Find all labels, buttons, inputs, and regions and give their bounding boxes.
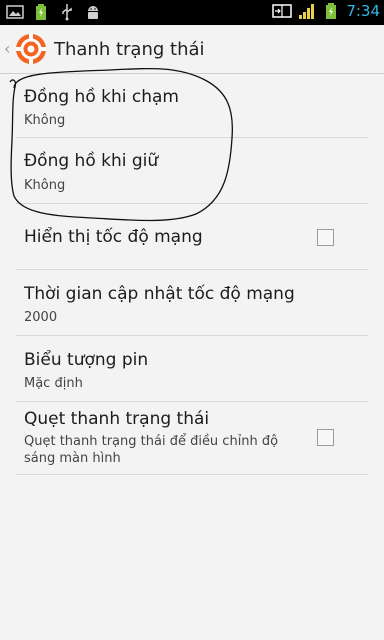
action-bar: ‹ Thanh trạng thái bbox=[0, 25, 384, 74]
setting-clock-on-hold[interactable]: Đồng hồ khi giữ Không bbox=[16, 138, 368, 204]
setting-label: Đồng hồ khi chạm bbox=[24, 87, 179, 107]
setting-label: Quẹt thanh trạng thái bbox=[24, 409, 210, 429]
battery-charging-icon bbox=[326, 3, 337, 19]
setting-summary: 2000 bbox=[24, 310, 58, 325]
status-bar: 7:34 bbox=[0, 0, 384, 25]
settings-list: Đồng hồ khi chạm Không Đồng hồ khi giữ K… bbox=[16, 73, 368, 475]
setting-summary: Không bbox=[24, 178, 66, 193]
status-bar-notifications bbox=[6, 3, 102, 21]
battery-icon bbox=[36, 4, 46, 20]
setting-label: Thời gian cập nhật tốc độ mạng bbox=[24, 284, 295, 304]
setting-summary: Quẹt thanh trạng thái để điều chỉnh độ s… bbox=[24, 434, 279, 466]
page-title: Thanh trạng thái bbox=[54, 38, 205, 60]
setting-summary: Không bbox=[24, 113, 66, 128]
up-caret-icon[interactable]: ‹ bbox=[4, 41, 12, 57]
setting-summary: Mặc định bbox=[24, 376, 83, 391]
usb-icon bbox=[62, 4, 72, 21]
signal-icon bbox=[299, 4, 315, 19]
clock: 7:34 bbox=[346, 2, 380, 20]
status-bar-system: 7:34 bbox=[272, 2, 380, 20]
dual-sim-icon bbox=[272, 4, 293, 18]
setting-clock-on-touch[interactable]: Đồng hồ khi chạm Không bbox=[16, 73, 368, 138]
swipe-status-bar-checkbox[interactable] bbox=[317, 429, 334, 446]
setting-network-speed-interval[interactable]: Thời gian cập nhật tốc độ mạng 2000 bbox=[16, 270, 368, 336]
setting-label: Hiển thị tốc độ mạng bbox=[24, 227, 203, 247]
setting-label: Biểu tượng pin bbox=[24, 350, 149, 370]
setting-battery-icon[interactable]: Biểu tượng pin Mặc định bbox=[16, 336, 368, 402]
orange-settings-icon[interactable] bbox=[14, 32, 48, 66]
setting-swipe-status-bar[interactable]: Quẹt thanh trạng thái Quẹt thanh trạng t… bbox=[16, 402, 368, 475]
setting-show-network-speed[interactable]: Hiển thị tốc độ mạng bbox=[16, 204, 368, 270]
android-icon bbox=[88, 6, 98, 19]
network-speed-checkbox[interactable] bbox=[317, 229, 334, 246]
image-icon bbox=[6, 5, 24, 19]
setting-label: Đồng hồ khi giữ bbox=[24, 151, 159, 171]
